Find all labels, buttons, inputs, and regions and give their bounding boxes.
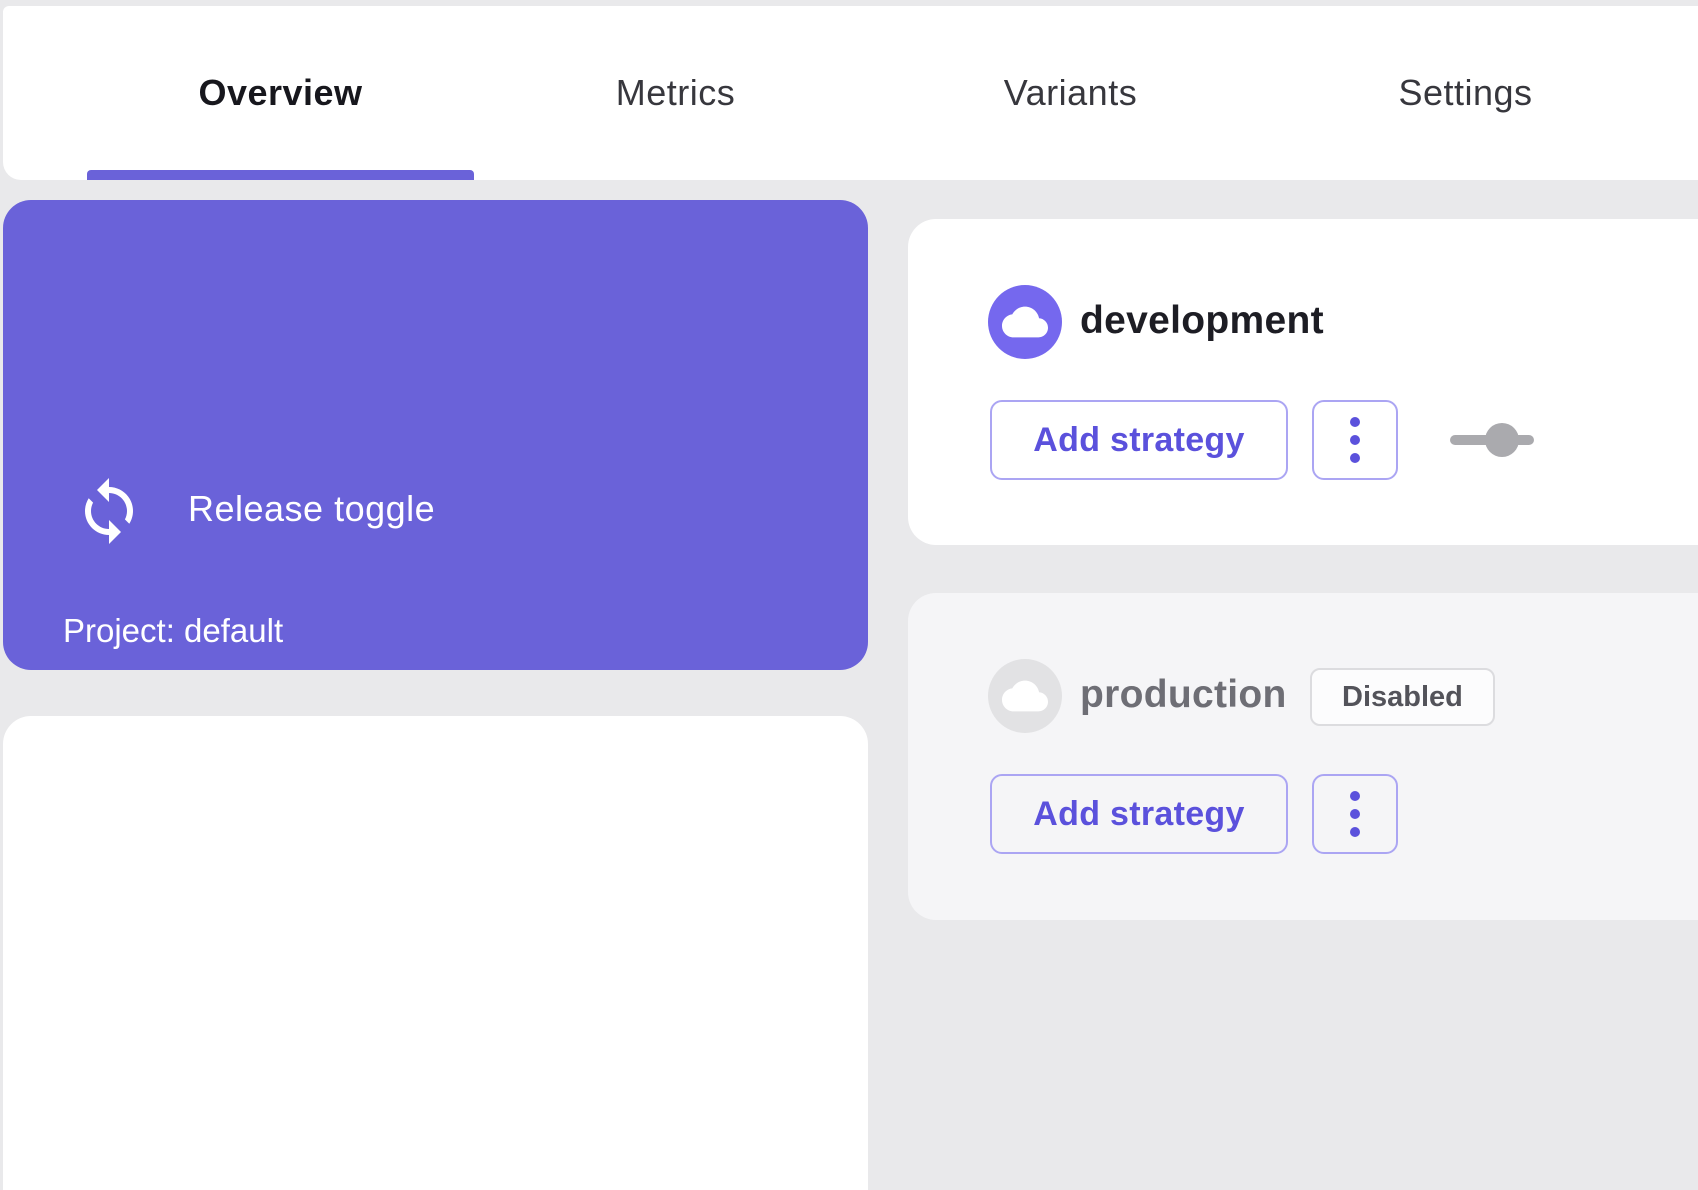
status-badge: Disabled [1310, 668, 1495, 726]
kebab-menu-icon[interactable] [1312, 400, 1398, 480]
enabled-environments-card: Enabled in environments (1) ? developmen… [3, 716, 868, 1190]
tab-overview[interactable]: Overview [83, 6, 478, 180]
environment-panel-title: development [1080, 299, 1324, 343]
add-strategy-button[interactable]: Add strategy [990, 400, 1288, 480]
tab-overview-label: Overview [198, 72, 362, 114]
tab-settings-label: Settings [1398, 72, 1532, 114]
tab-metrics-label: Metrics [616, 72, 736, 114]
cloud-icon [988, 659, 1062, 733]
strategy-actions-row: Add strategy [990, 774, 1398, 854]
tab-variants[interactable]: Variants [873, 6, 1268, 180]
cloud-icon [988, 285, 1062, 359]
refresh-icon [73, 475, 145, 547]
strategy-actions-row: Add strategy [990, 400, 1536, 480]
slider-icon [1448, 420, 1536, 460]
kebab-menu-icon[interactable] [1312, 774, 1398, 854]
feature-project: Project: default [63, 612, 283, 650]
active-tab-indicator [87, 170, 474, 180]
tab-variants-label: Variants [1004, 72, 1137, 114]
add-strategy-button[interactable]: Add strategy [990, 774, 1288, 854]
tab-settings[interactable]: Settings [1268, 6, 1663, 180]
environment-panel-production: production Disabled Add strategy [908, 593, 1698, 920]
feature-tab-bar: Overview Metrics Variants Settings [3, 6, 1698, 180]
environment-panel-title: production [1080, 673, 1287, 717]
feature-name: Release toggle [188, 488, 435, 530]
tab-metrics[interactable]: Metrics [478, 6, 873, 180]
feature-summary-card: Release toggle Project: default No descr… [3, 200, 868, 670]
environment-panel-development: development Add strategy [908, 219, 1698, 545]
